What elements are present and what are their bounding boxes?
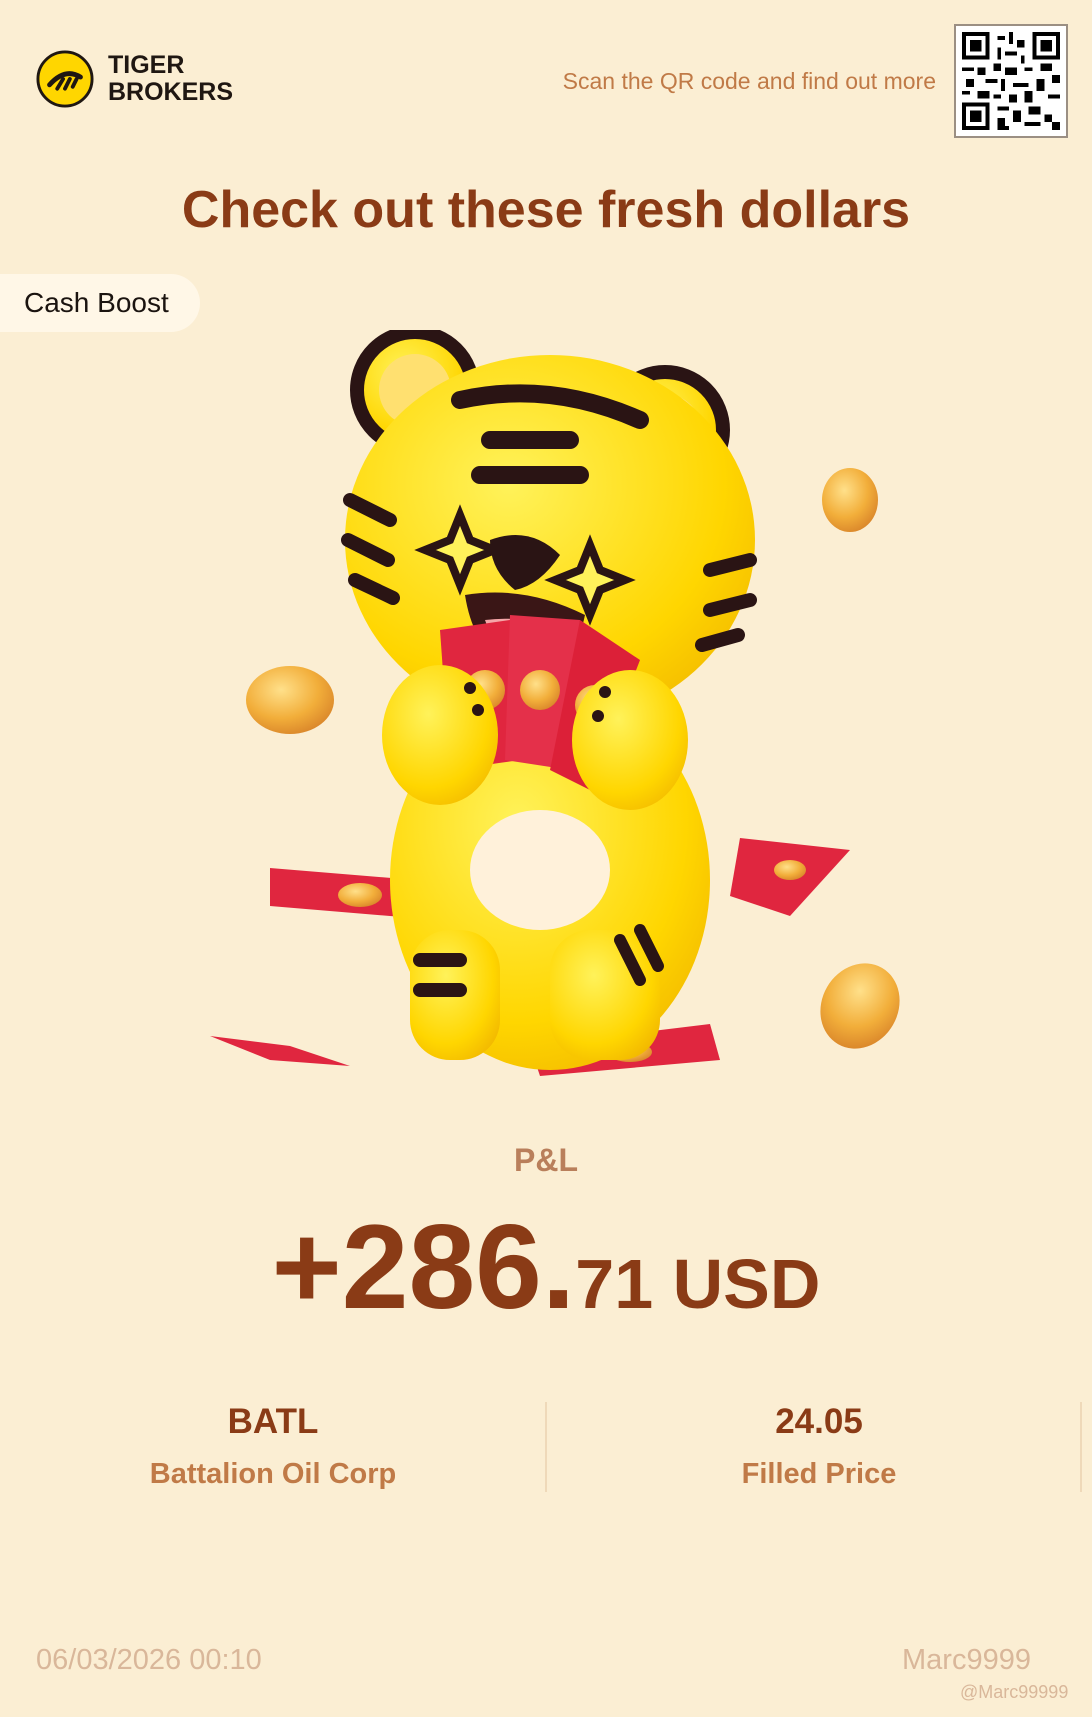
tiger-mascot-illustration [210,330,900,1076]
price-stat: 24.05 Filled Price [546,1402,1092,1491]
ticker-stat: BATL Battalion Oil Corp [0,1402,546,1491]
pnl-amount: +286.71 USD [0,1198,1092,1336]
pnl-amount-main: +286. [271,1200,576,1334]
cash-boost-label: Cash Boost [24,287,169,318]
company-name: Battalion Oil Corp [149,1458,397,1490]
ticker-symbol: BATL [227,1402,319,1441]
username: Marc9999 [902,1644,1031,1676]
filled-price-value: 24.05 [775,1402,863,1441]
brand-line-2: BROKERS [108,78,234,106]
watermark: @Marc99999 [960,1682,1069,1702]
brand-name: TIGER BROKERS [108,52,233,106]
qr-code[interactable] [954,24,1068,138]
stat-divider-right [1080,1402,1082,1492]
scan-instruction: Scan the QR code and find out more [562,68,936,94]
filled-price-label: Filled Price [741,1458,897,1490]
brand-line-1: TIGER [108,51,185,79]
headline: Check out these fresh dollars [181,181,911,239]
pnl-amount-cents: 71 USD [575,1245,821,1323]
brand-logo: TIGER BROKERS [36,50,233,108]
timestamp: 06/03/2026 00:10 [36,1644,262,1676]
pnl-label: P&L [514,1142,578,1178]
tiger-logo-icon [36,50,94,108]
qr-code-icon [962,32,1060,130]
